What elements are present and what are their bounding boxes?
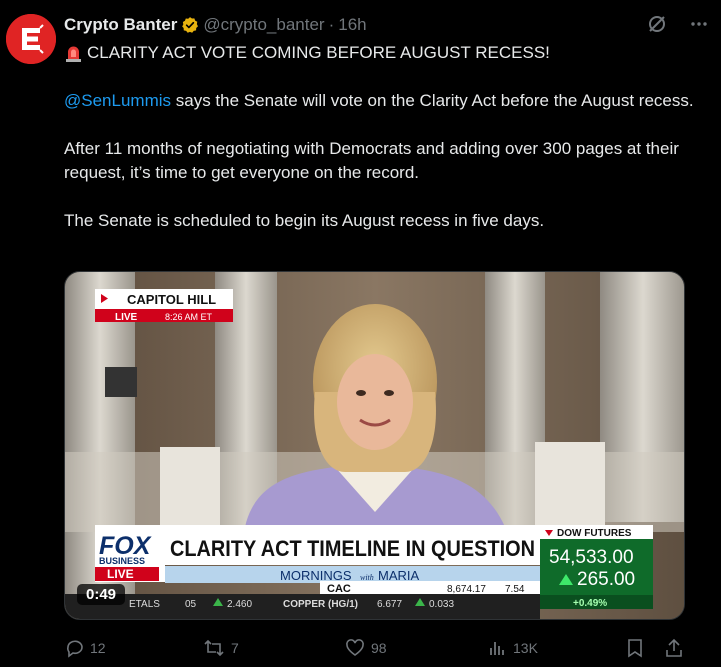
video-duration: 0:49 <box>77 584 126 605</box>
ticker-value-1: 05 <box>185 599 197 610</box>
ticker-index-change: 7.54 <box>505 584 525 595</box>
bookmark-icon <box>628 639 642 658</box>
reply-icon <box>67 640 83 658</box>
repost-icon <box>204 639 224 657</box>
mention-link[interactable]: @SenLummis <box>64 91 171 110</box>
ticker-value-2: 2.460 <box>227 599 252 610</box>
dow-change: 265.00 <box>577 569 635 590</box>
show-host: MARIA <box>378 568 420 583</box>
share-icon <box>666 638 682 657</box>
views-count: 13K <box>513 640 538 656</box>
repost-button[interactable]: 7 <box>203 638 239 658</box>
dow-label: DOW FUTURES <box>557 528 632 539</box>
video-frame: CAPITOL HILL LIVE 8:26 AM ET FOX BUSINES… <box>65 272 684 619</box>
show-name: MORNINGS <box>280 568 352 583</box>
avatar[interactable] <box>6 14 56 64</box>
heart-icon <box>346 639 364 656</box>
repost-count: 7 <box>231 640 239 656</box>
like-button[interactable]: 98 <box>345 638 387 658</box>
tweet-paragraph-1: @SenLummis says the Senate will vote on … <box>64 89 694 113</box>
action-bar: 12 7 98 13K <box>64 636 685 660</box>
lower-third-headline: CLARITY ACT TIMELINE IN QUESTION <box>170 536 535 561</box>
tweet-text: CLARITY ACT VOTE COMING BEFORE AUGUST RE… <box>64 41 694 233</box>
ticker-index-value: 8,674.17 <box>447 584 486 595</box>
show-with: with <box>360 573 374 582</box>
tweet-headline: CLARITY ACT VOTE COMING BEFORE AUGUST RE… <box>87 43 550 62</box>
dow-pct: +0.49% <box>573 598 607 609</box>
police-light-emoji-icon <box>64 43 83 63</box>
author-handle[interactable]: @crypto_banter <box>203 15 324 35</box>
views-chart-icon <box>490 642 504 655</box>
live-label: LIVE <box>115 312 138 323</box>
live-time: 8:26 AM ET <box>165 312 213 322</box>
header-separator: · <box>328 15 335 34</box>
author-display-name[interactable]: Crypto Banter <box>64 15 177 35</box>
dow-value: 54,533.00 <box>549 547 634 568</box>
tweet-post: Crypto Banter @crypto_banter · 16h CLARI… <box>0 0 721 667</box>
like-count: 98 <box>371 640 387 656</box>
tweet-header: Crypto Banter @crypto_banter · 16h <box>64 14 367 36</box>
grok-icon[interactable] <box>647 14 667 34</box>
top-actions <box>647 14 709 34</box>
tweet-paragraph-3: The Senate is scheduled to begin its Aug… <box>64 211 545 230</box>
network-live: LIVE <box>107 567 134 581</box>
post-timestamp[interactable]: 16h <box>338 15 366 35</box>
video-player[interactable]: CAPITOL HILL LIVE 8:26 AM ET FOX BUSINES… <box>64 271 685 620</box>
views-button[interactable]: 13K <box>487 638 538 658</box>
gold-verified-badge-icon[interactable] <box>181 16 199 34</box>
ticker-value-4: 0.033 <box>429 599 454 610</box>
ticker-metals: ETALS <box>129 599 160 610</box>
location-tag: CAPITOL HILL <box>127 292 216 307</box>
network-sub: BUSINESS <box>99 556 145 566</box>
bookmark-button[interactable] <box>626 638 644 658</box>
tweet-paragraph-2: After 11 months of negotiating with Demo… <box>64 139 679 182</box>
ticker-index: CAC <box>327 583 351 595</box>
ticker-copper: COPPER (HG/1) <box>283 599 358 610</box>
tweet-headline-line: CLARITY ACT VOTE COMING BEFORE AUGUST RE… <box>64 41 694 65</box>
ticker-value-3: 6.677 <box>377 599 402 610</box>
crypto-banter-logo-icon <box>6 14 56 64</box>
share-button[interactable] <box>664 638 684 658</box>
tweet-paragraph-1-text: says the Senate will vote on the Clarity… <box>171 91 694 110</box>
reply-button[interactable]: 12 <box>64 638 106 658</box>
reply-count: 12 <box>90 640 106 656</box>
more-options-icon[interactable] <box>689 14 709 34</box>
